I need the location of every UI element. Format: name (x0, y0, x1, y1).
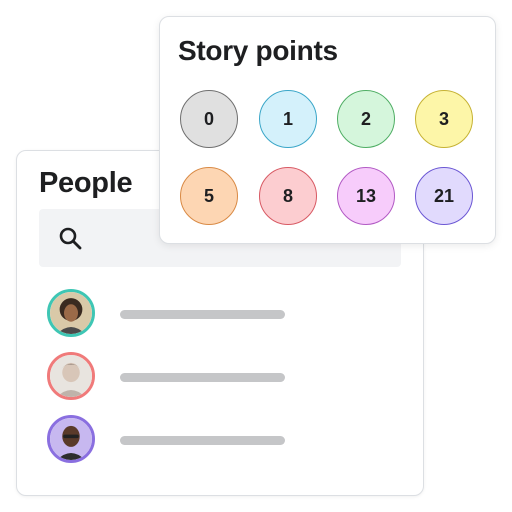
list-item-person-1[interactable] (47, 289, 347, 343)
story-point-2[interactable]: 2 (337, 90, 395, 148)
story-point-0[interactable]: 0 (180, 90, 238, 148)
avatar (47, 352, 95, 400)
story-point-3[interactable]: 3 (415, 90, 473, 148)
story-point-13[interactable]: 13 (337, 167, 395, 225)
avatar (47, 415, 95, 463)
list-item-person-2[interactable] (47, 352, 347, 406)
story-points-grid: 0 1 2 3 5 8 13 21 (180, 90, 480, 230)
list-item-person-3[interactable] (47, 415, 347, 469)
avatar (47, 289, 95, 337)
name-placeholder (120, 310, 285, 319)
story-point-1[interactable]: 1 (259, 90, 317, 148)
story-points-card: Story points 0 1 2 3 5 8 13 21 (159, 16, 496, 244)
search-icon (59, 227, 82, 250)
story-point-21[interactable]: 21 (415, 167, 473, 225)
name-placeholder (120, 373, 285, 382)
story-point-8[interactable]: 8 (259, 167, 317, 225)
people-title: People (39, 167, 133, 199)
name-placeholder (120, 436, 285, 445)
story-point-5[interactable]: 5 (180, 167, 238, 225)
story-points-title: Story points (178, 35, 338, 66)
